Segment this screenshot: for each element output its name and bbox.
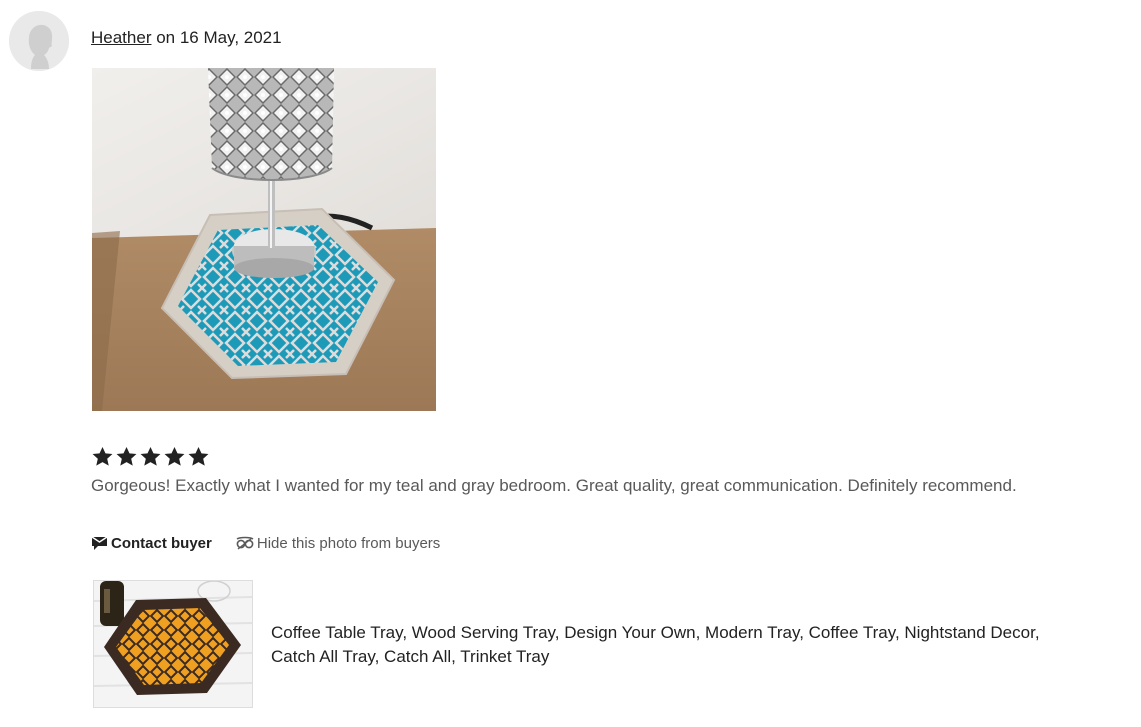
listing-title-link[interactable]: Coffee Table Tray, Wood Serving Tray, De… <box>271 621 1071 669</box>
star-icon <box>188 446 209 466</box>
star-icon <box>140 446 161 466</box>
listing-thumbnail-image <box>94 581 252 707</box>
star-rating <box>91 444 210 470</box>
hide-photo-button[interactable]: Hide this photo from buyers <box>236 535 440 552</box>
hide-photo-label: Hide this photo from buyers <box>256 534 441 552</box>
review-actions: Contact buyer Hide this photo from buyer… <box>91 532 440 554</box>
listing-thumbnail[interactable] <box>93 580 253 708</box>
contact-buyer-label: Contact buyer <box>111 534 212 552</box>
review-photo-image <box>92 68 436 411</box>
reviewer-name-link[interactable]: Heather <box>91 28 151 47</box>
star-icon <box>164 446 185 466</box>
star-icon <box>116 446 137 466</box>
user-silhouette-icon <box>9 11 69 71</box>
review-photo[interactable] <box>92 68 436 411</box>
eye-slash-icon <box>236 536 254 550</box>
review-date: on 16 May, 2021 <box>151 28 282 47</box>
contact-buyer-button[interactable]: Contact buyer <box>91 535 212 552</box>
star-icon <box>92 446 113 466</box>
review-text: Gorgeous! Exactly what I wanted for my t… <box>91 476 1017 495</box>
message-icon <box>91 535 108 551</box>
avatar[interactable] <box>9 11 69 71</box>
review-byline: Heather on 16 May, 2021 <box>91 27 282 49</box>
